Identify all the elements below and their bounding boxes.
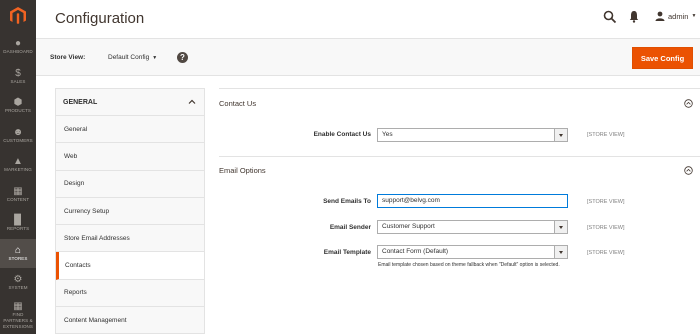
- dollar-icon: $: [15, 67, 21, 79]
- store-view-switcher[interactable]: Default Config ▼: [108, 54, 157, 61]
- store-icon: ⌂: [14, 244, 22, 256]
- email-template-note: Email template chosen based on theme fal…: [378, 262, 560, 268]
- select-arrow-icon: [554, 129, 567, 141]
- content-icon: ▦: [13, 185, 23, 197]
- scope-label: [STORE VIEW]: [587, 225, 625, 231]
- nav-item-content[interactable]: ▦ CONTENT: [0, 180, 36, 210]
- page-title: Configuration: [55, 10, 145, 27]
- tab-group-title: GENERAL: [63, 99, 98, 106]
- nav-label: SALES: [10, 78, 26, 84]
- nav-item-stores[interactable]: ⌂ STORES: [0, 238, 36, 268]
- tab-store-email-addresses[interactable]: Store Email Addresses: [56, 225, 204, 253]
- search-icon[interactable]: [603, 10, 617, 24]
- chevron-up-icon: [188, 99, 196, 104]
- caret-down-icon: ▼: [691, 13, 697, 19]
- user-icon: ☻: [12, 126, 24, 138]
- nav-label: PRODUCTS: [4, 108, 32, 114]
- collapse-icon[interactable]: [684, 166, 693, 175]
- nav-item-marketing[interactable]: ▲ MARKETING: [0, 150, 36, 180]
- nav-item-system[interactable]: ⚙ SYSTEM: [0, 268, 36, 298]
- nav-label: SYSTEM: [8, 285, 28, 291]
- tab-design[interactable]: Design: [56, 171, 204, 198]
- cube-icon: ⬢: [13, 97, 23, 109]
- gear-icon: ⚙: [13, 274, 23, 286]
- nav-item-products[interactable]: ⬢ PRODUCTS: [0, 91, 36, 121]
- store-view-label: Store View:: [50, 54, 86, 61]
- nav-label: CUSTOMERS: [3, 137, 33, 143]
- user-menu[interactable]: admin ▼: [655, 11, 696, 21]
- nav-label: DASHBOARD: [3, 49, 33, 55]
- nav-label: REPORTS: [6, 226, 30, 232]
- email-sender-value: Customer Support: [382, 223, 435, 230]
- email-sender-select[interactable]: Customer Support: [377, 220, 568, 234]
- section-divider: [219, 88, 700, 89]
- select-arrow-icon: [554, 221, 567, 233]
- bell-icon[interactable]: [629, 10, 639, 23]
- section-title-contact-us[interactable]: Contact Us: [219, 99, 256, 108]
- send-emails-to-input[interactable]: support@belvg.com: [377, 194, 568, 208]
- extensions-icon: ▦: [13, 301, 23, 312]
- email-template-value: Contact Form (Default): [382, 248, 449, 255]
- section-title-email-options[interactable]: Email Options: [219, 166, 266, 175]
- store-view-value: Default Config: [108, 54, 150, 61]
- enable-contact-us-label: Enable Contact Us: [313, 131, 371, 138]
- magento-logo[interactable]: [0, 0, 36, 32]
- dashboard-icon: ●: [14, 38, 22, 50]
- email-sender-label: Email Sender: [329, 224, 371, 231]
- nav-item-sales[interactable]: $ SALES: [0, 62, 36, 92]
- email-template-label: Email Template: [323, 249, 371, 256]
- collapse-icon[interactable]: [684, 99, 693, 108]
- save-config-button[interactable]: Save Config: [632, 47, 693, 69]
- tab-web[interactable]: Web: [56, 143, 204, 171]
- config-tabs: GENERAL General Web Design Currency Setu…: [55, 88, 205, 334]
- nav-label: FIND PARTNERS & EXTENSIONS: [2, 312, 33, 329]
- page-header: Configuration: [36, 0, 700, 38]
- store-view-bar: Store View: Default Config ▼ ? Save Conf…: [36, 38, 700, 76]
- nav-label: STORES: [8, 255, 28, 261]
- email-template-select[interactable]: Contact Form (Default): [377, 245, 568, 259]
- scope-label: [STORE VIEW]: [587, 250, 625, 256]
- megaphone-icon: ▲: [13, 156, 23, 168]
- magento-logo-icon: [10, 7, 26, 24]
- tab-contacts[interactable]: Contacts: [56, 252, 204, 280]
- tab-content-management[interactable]: Content Management: [56, 307, 204, 334]
- caret-down-icon: ▼: [152, 54, 158, 61]
- tab-currency-setup[interactable]: Currency Setup: [56, 198, 204, 226]
- nav-label: CONTENT: [6, 196, 30, 202]
- scope-label: [STORE VIEW]: [587, 132, 625, 138]
- nav-item-reports[interactable]: ▉ REPORTS: [0, 209, 36, 239]
- tab-group-general[interactable]: GENERAL: [56, 89, 204, 116]
- select-arrow-icon: [554, 246, 567, 258]
- scope-label: [STORE VIEW]: [587, 199, 625, 205]
- bar-chart-icon: ▉: [14, 215, 22, 227]
- help-icon[interactable]: ?: [177, 52, 188, 63]
- admin-sidebar-nav: ● DASHBOARD $ SALES ⬢ PRODUCTS ☻ CUSTOME…: [0, 0, 36, 334]
- send-emails-to-label: Send Emails To: [323, 198, 371, 205]
- user-icon: [655, 11, 665, 21]
- user-name: admin: [668, 11, 689, 21]
- enable-contact-us-value: Yes: [382, 131, 393, 138]
- nav-item-dashboard[interactable]: ● DASHBOARD: [0, 32, 36, 62]
- nav-item-customers[interactable]: ☻ CUSTOMERS: [0, 121, 36, 151]
- nav-label: MARKETING: [4, 167, 32, 173]
- section-divider: [219, 156, 700, 157]
- tab-general[interactable]: General: [56, 116, 204, 144]
- enable-contact-us-select[interactable]: Yes: [377, 128, 568, 142]
- nav-item-extensions[interactable]: ▦ FIND PARTNERS & EXTENSIONS: [0, 298, 36, 334]
- tab-reports[interactable]: Reports: [56, 280, 204, 308]
